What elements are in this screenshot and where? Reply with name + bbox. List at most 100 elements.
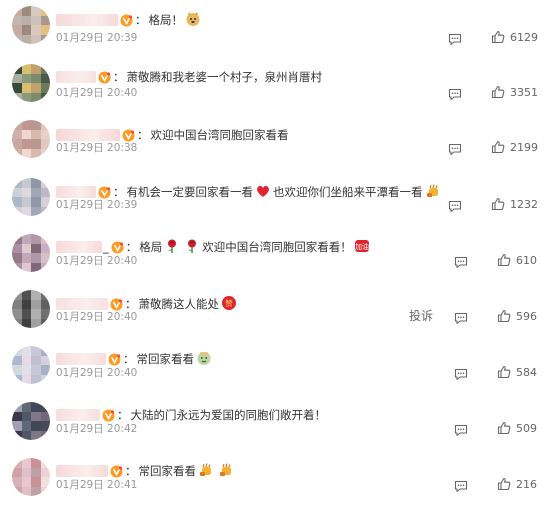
colon-separator: ： [113,70,125,84]
like-count: 6129 [510,30,538,44]
comment-row: ：常回家看看 01月29日 20:40 584 [0,344,554,400]
comment-text: 萧敬腾和我老婆一个村子，泉州肖厝村 [126,70,323,84]
doge-emoji [185,11,201,30]
avatar[interactable] [12,64,50,102]
thumbs-up-icon [497,477,516,491]
comment-line: ：萧敬腾和我老婆一个村子，泉州肖厝村 [56,67,322,87]
like-button[interactable]: 6129 [491,29,538,45]
reply-comment-icon[interactable] [454,310,470,325]
comment-list: ：格局！ 01月29日 20:39 6129：萧敬腾和我老婆一个村子，泉州肖厝村 01… [0,0,554,508]
comment-timestamp: 01月29日 20:40 [56,311,138,323]
comment-text-continued: 也欢迎你们坐船来平潭看一看 [273,185,423,199]
comment-text: 有机会一定要回家看一看 [126,185,254,199]
comment-row: ：格局！ 01月29日 20:39 6129 [0,4,554,60]
fist-bump-emoji [218,462,234,481]
jiayou-emoji: 加油 [354,238,370,257]
like-button[interactable]: 610 [497,252,537,268]
like-count: 216 [516,477,537,491]
reply-comment-icon[interactable] [454,366,470,381]
vip-badge-icon [120,14,133,27]
red-heart-emoji [255,183,271,202]
comment-timestamp: 01月29日 20:40 [56,367,138,379]
username-blurred[interactable] [56,465,108,477]
reply-comment-icon[interactable] [454,422,470,437]
username-blurred[interactable] [56,241,102,253]
thumbs-up-icon [497,309,516,323]
comment-text: 欢迎中国台湾同胞回家看看 [150,128,289,142]
like-button[interactable]: 216 [497,476,537,492]
thumbs-up-icon [491,140,510,154]
svg-text:加油: 加油 [355,242,369,251]
like-count: 584 [516,365,537,379]
like-count: 3351 [510,85,538,99]
like-count: 1232 [510,197,538,211]
comment-row: ：常回家看看 01月29日 20:41 216 [0,456,554,512]
thumbs-up-icon [491,85,510,99]
comment-row: ：萧敬腾这人能处赞 01月29日 20:40 投诉 596 [0,288,554,344]
avatar[interactable] [12,178,50,216]
comment-text: 大陆的门永远为爱国的同胞们敞开着！ [130,408,327,422]
vip-badge-icon [110,465,123,478]
like-button[interactable]: 596 [497,308,537,324]
rose-emoji [184,238,200,257]
vip-badge-icon [102,409,115,422]
username-blurred[interactable] [56,353,106,365]
username-blurred[interactable] [56,71,96,83]
comment-timestamp: 01月29日 20:38 [56,142,138,154]
comment-row: ：大陆的门永远为爱国的同胞们敞开着！ 01月29日 20:42 509 [0,400,554,456]
cute-face-emoji [196,350,212,369]
comment-row: ：欢迎中国台湾同胞回家看看 01月29日 20:38 2199 [0,118,554,174]
comment-timestamp: 01月29日 20:39 [56,32,138,44]
reply-comment-icon[interactable] [448,198,464,213]
like-count: 509 [516,421,537,435]
like-button[interactable]: 3351 [491,84,538,100]
avatar[interactable] [12,458,50,496]
avatar[interactable] [12,402,50,440]
thumbs-up-icon [497,421,516,435]
comment-text-continued: 欢迎中国台湾同胞回家看看！ [202,240,352,254]
comment-timestamp: 01月29日 20:39 [56,199,138,211]
thumbs-up-icon [491,197,510,211]
colon-separator: ： [137,128,149,142]
comment-text: 格局！ [148,13,184,27]
like-count: 596 [516,309,537,323]
comment-row: _：格局 欢迎中国台湾同胞回家看看！ 加油 01月29日 20:40 610 [0,232,554,288]
avatar[interactable] [12,234,50,272]
avatar[interactable] [12,6,50,44]
comment-line: ：格局！ [56,10,203,30]
comment-text: 萧敬腾这人能处 [138,297,220,311]
comment-row: ：有机会一定要回家看一看 也欢迎你们坐船来平潭看一看 01月29日 20:39 123… [0,176,554,232]
like-button[interactable]: 509 [497,420,537,436]
like-count: 2199 [510,140,538,154]
comment-timestamp: 01月29日 20:42 [56,423,138,435]
username-blurred[interactable] [56,14,118,26]
like-button[interactable]: 2199 [491,139,538,155]
like-button[interactable]: 1232 [491,196,538,212]
comment-text: 格局 [139,240,163,254]
avatar[interactable] [12,290,50,328]
avatar[interactable] [12,346,50,384]
comment-timestamp: 01月29日 20:41 [56,479,138,491]
username-suffix: _ [103,240,109,254]
reply-comment-icon[interactable] [454,478,470,493]
vip-badge-icon [108,353,121,366]
comment-text: 常回家看看 [136,352,195,366]
username-blurred[interactable] [56,409,100,421]
zan-emoji: 赞 [221,295,237,314]
thumbs-up-icon [491,30,510,44]
reply-comment-icon[interactable] [454,254,470,269]
fist-bump-emoji [198,462,214,481]
avatar[interactable] [12,120,50,158]
vip-badge-icon [98,71,111,84]
svg-text:赞: 赞 [225,298,233,308]
like-button[interactable]: 584 [497,364,537,380]
report-button[interactable]: 投诉 [409,307,433,324]
rose-emoji [164,238,180,257]
vip-badge-icon [111,241,124,254]
comment-text: 常回家看看 [138,464,197,478]
comment-row: ：萧敬腾和我老婆一个村子，泉州肖厝村 01月29日 20:40 3351 [0,62,554,118]
reply-comment-icon[interactable] [448,31,464,46]
reply-comment-icon[interactable] [448,86,464,101]
thumbs-up-icon [497,365,516,379]
reply-comment-icon[interactable] [448,141,464,156]
